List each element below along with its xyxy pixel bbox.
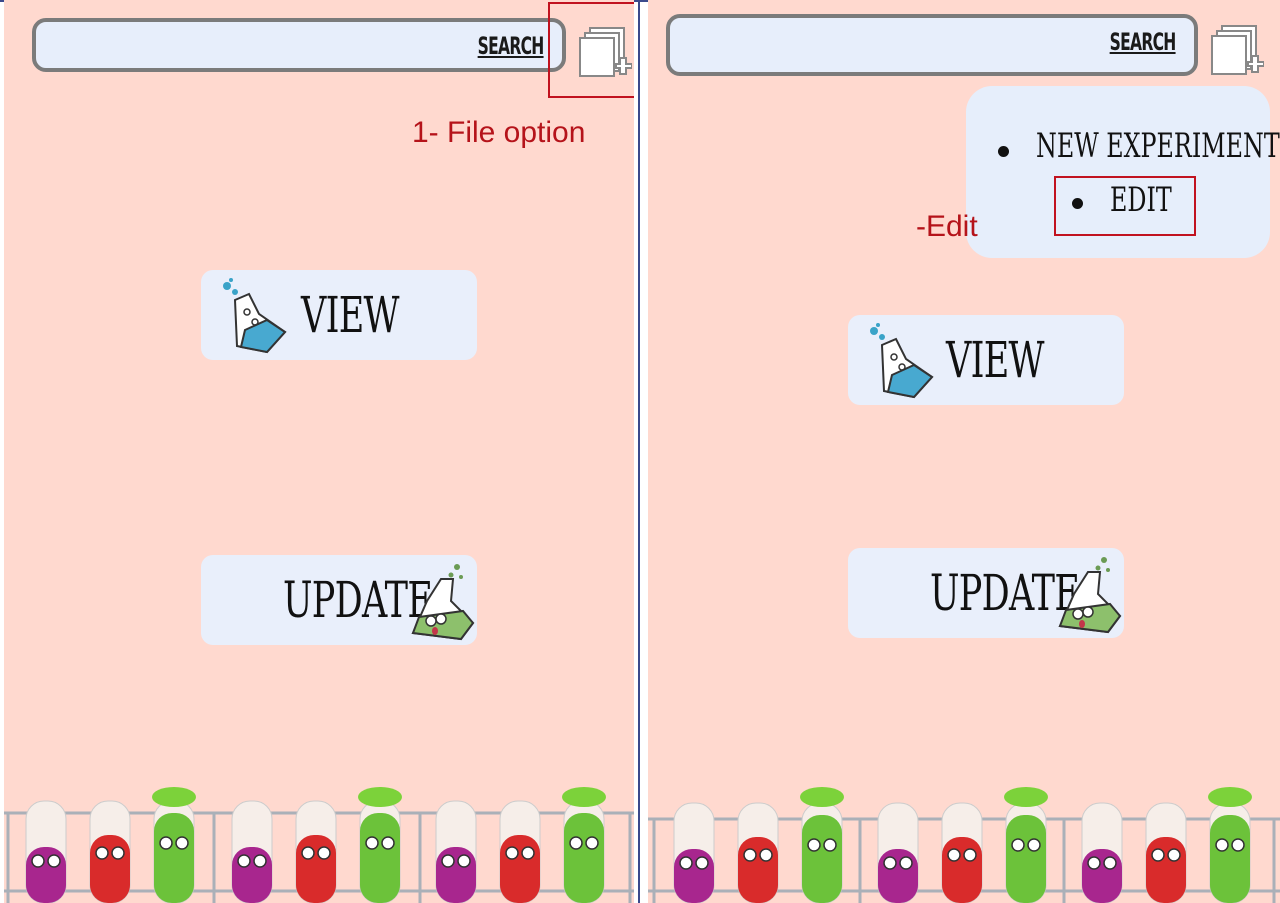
test-tubes-illustration — [4, 787, 634, 903]
file-add-icon[interactable] — [1208, 22, 1264, 78]
view-button[interactable]: VIEW — [848, 315, 1124, 405]
view-button[interactable]: VIEW — [201, 270, 477, 360]
divider — [638, 0, 640, 903]
flask-face-icon — [1058, 557, 1122, 634]
highlight-file-option — [548, 2, 634, 98]
flask-face-icon — [411, 564, 475, 641]
highlight-edit — [1054, 176, 1196, 236]
update-button[interactable]: UPDATE — [201, 555, 477, 645]
search-bar[interactable]: SEARCH — [32, 18, 566, 72]
menu-item-new-experiment[interactable]: NEW EXPERIMENT — [1036, 126, 1280, 166]
annotation-edit: -Edit — [916, 210, 978, 243]
search-label[interactable]: SEARCH — [478, 32, 545, 60]
bullet — [998, 146, 1009, 157]
screen-edit: SEARCH NEW EXPERIMENT EDIT -Edit VIEW UP… — [648, 0, 1280, 903]
search-label[interactable]: SEARCH — [1110, 28, 1177, 56]
flask-icon — [223, 278, 287, 354]
screen-file-option: SEARCH 1- File option VIEW UPDATE — [4, 0, 634, 903]
test-tubes-illustration — [648, 787, 1280, 903]
view-label: VIEW — [946, 331, 1045, 389]
annotation-file-option: 1- File option — [412, 116, 586, 149]
search-bar[interactable]: SEARCH — [666, 14, 1198, 76]
view-label: VIEW — [301, 286, 400, 344]
flask-icon — [870, 323, 934, 399]
update-button[interactable]: UPDATE — [848, 548, 1124, 638]
